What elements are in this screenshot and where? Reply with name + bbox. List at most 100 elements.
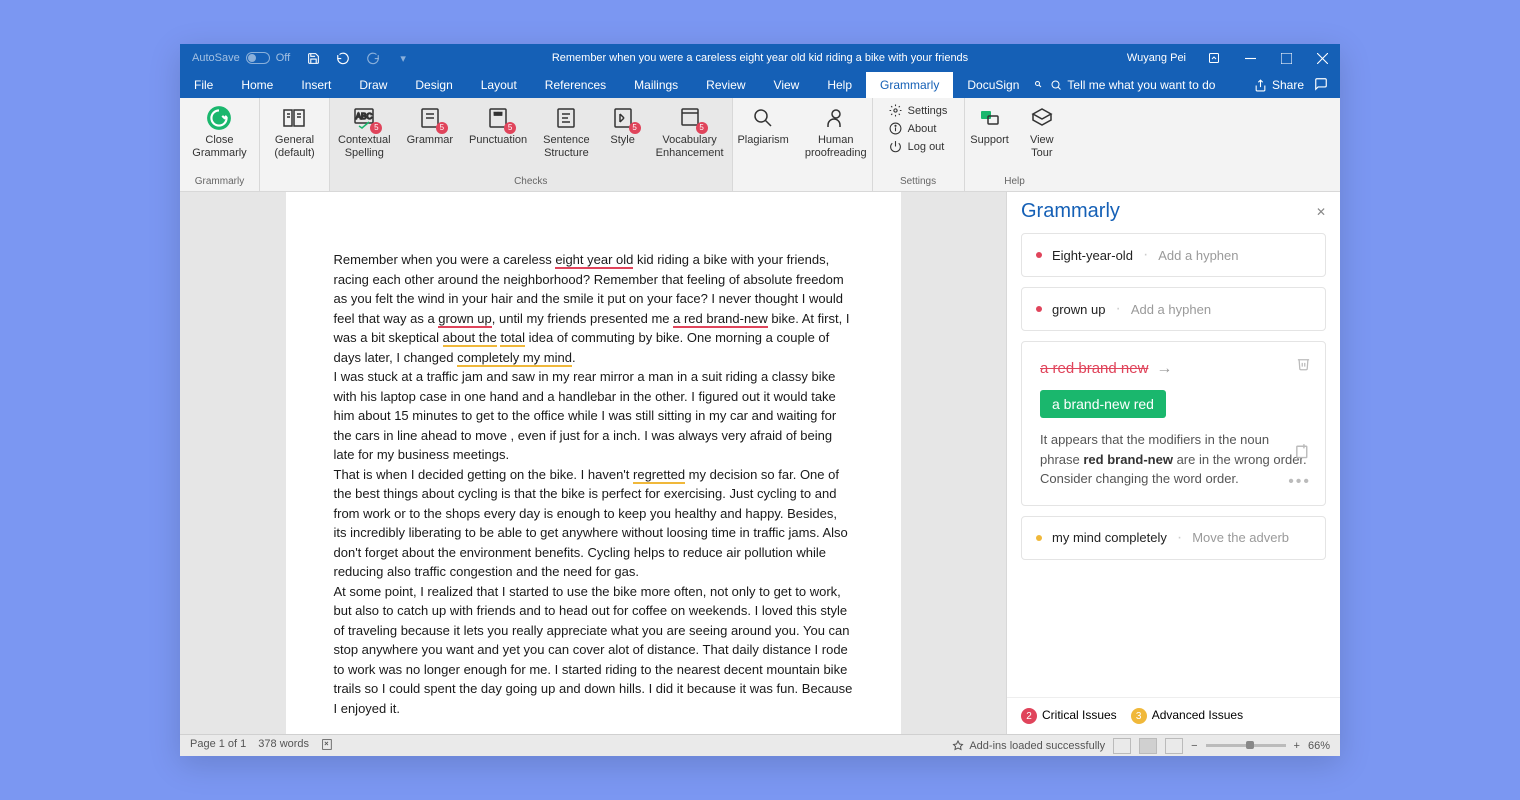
svg-text:"": "" — [494, 110, 503, 124]
ribbon-group-help-label: Help — [965, 175, 1065, 191]
ribbon-group-grammarly-label: Grammarly — [180, 175, 259, 191]
menu-grammarly[interactable]: Grammarly — [866, 72, 953, 98]
share-button[interactable]: Share — [1254, 78, 1304, 92]
suggestion-card[interactable]: grown up · Add a hyphen — [1021, 287, 1326, 331]
style-button[interactable]: 5 Style — [598, 98, 648, 175]
general-default-button[interactable]: General (default) — [266, 98, 322, 175]
page-number[interactable]: Page 1 of 1 — [190, 738, 246, 754]
document-page: Remember when you were a careless eight … — [286, 192, 901, 734]
plagiarism-icon — [749, 104, 777, 132]
print-layout-icon[interactable] — [1139, 738, 1157, 754]
support-button[interactable]: Support — [962, 98, 1017, 175]
suggestion-card[interactable]: my mind completely · Move the adverb — [1021, 516, 1326, 560]
panel-footer: 2Critical Issues 3Advanced Issues — [1007, 697, 1340, 735]
plagiarism-button[interactable]: Plagiarism — [729, 98, 796, 175]
zoom-slider[interactable] — [1206, 744, 1286, 747]
close-icon[interactable] — [1306, 44, 1338, 72]
style-icon: 5 — [609, 104, 637, 132]
maximize-icon[interactable] — [1270, 44, 1302, 72]
about-link[interactable]: About — [889, 122, 948, 136]
ribbon: Close Grammarly Grammarly General (defau… — [180, 98, 1340, 192]
menu-layout[interactable]: Layout — [467, 72, 531, 98]
grammarly-icon — [205, 104, 233, 132]
addins-status: Add-ins loaded successfully — [952, 740, 1105, 752]
autosave-toggle[interactable]: AutoSave Off — [192, 52, 290, 64]
status-bar: Page 1 of 1 378 words Add-ins loaded suc… — [180, 734, 1340, 756]
spelling-icon: ABC5 — [350, 104, 378, 132]
vocabulary-icon: 5 — [676, 104, 704, 132]
read-mode-icon[interactable] — [1113, 738, 1131, 754]
ribbon-options-icon[interactable] — [1198, 44, 1230, 72]
punctuation-icon: ""5 — [484, 104, 512, 132]
logout-link[interactable]: Log out — [889, 140, 948, 154]
document-title: Remember when you were a careless eight … — [552, 52, 968, 64]
menu-view[interactable]: View — [760, 72, 814, 98]
zoom-in-icon[interactable]: + — [1294, 740, 1300, 752]
panel-close-icon[interactable]: ✕ — [1316, 205, 1326, 219]
advanced-issues-count[interactable]: 3Advanced Issues — [1131, 708, 1243, 725]
undo-icon[interactable] — [336, 51, 350, 65]
save-icon[interactable] — [306, 51, 320, 65]
red-dot-icon — [1036, 306, 1042, 312]
menu-mailings[interactable]: Mailings — [620, 72, 692, 98]
customize-qat-icon[interactable]: ▾ — [396, 51, 410, 65]
user-account[interactable]: Wuyang Pei — [1119, 52, 1194, 64]
human-icon — [822, 104, 850, 132]
grammar-button[interactable]: 5 Grammar — [399, 98, 461, 175]
menu-design[interactable]: Design — [401, 72, 466, 98]
menu-insert[interactable]: Insert — [287, 72, 345, 98]
ribbon-group-settings-label: Settings — [873, 175, 964, 191]
critical-issues-count[interactable]: 2Critical Issues — [1021, 708, 1117, 725]
support-icon — [976, 104, 1004, 132]
menu-home[interactable]: Home — [227, 72, 287, 98]
paragraph-2: I was stuck at a traffic jam and saw in … — [334, 367, 853, 465]
menu-help[interactable]: Help — [813, 72, 866, 98]
red-dot-icon — [1036, 252, 1042, 258]
tell-me-search[interactable]: Tell me what you want to do — [1033, 72, 1215, 98]
grammarly-panel: Grammarly ✕ Eight-year-old · Add a hyphe… — [1006, 192, 1340, 734]
ribbon-group-empty-label — [260, 175, 329, 191]
arrow-right-icon: → — [1156, 360, 1172, 377]
document-area[interactable]: Remember when you were a careless eight … — [180, 192, 1006, 734]
paragraph-1: Remember when you were a careless eight … — [334, 250, 853, 367]
menu-draw[interactable]: Draw — [345, 72, 401, 98]
redo-icon[interactable] — [366, 51, 380, 65]
paragraph-3: That is when I decided getting on the bi… — [334, 465, 853, 582]
word-count[interactable]: 378 words — [258, 738, 309, 754]
contextual-spelling-button[interactable]: ABC5 Contextual Spelling — [330, 98, 399, 175]
power-icon — [889, 140, 903, 154]
vocabulary-button[interactable]: 5 Vocabulary Enhancement — [648, 98, 732, 175]
book-icon — [280, 104, 308, 132]
settings-link[interactable]: Settings — [889, 104, 948, 118]
minimize-icon[interactable] — [1234, 44, 1266, 72]
app-window: AutoSave Off ▾ Remember when you were a … — [180, 44, 1340, 756]
spellcheck-status-icon[interactable] — [321, 738, 334, 754]
menu-review[interactable]: Review — [692, 72, 759, 98]
view-tour-button[interactable]: View Tour — [1017, 98, 1067, 175]
ribbon-group-checks-label: Checks — [330, 175, 732, 191]
sentence-structure-button[interactable]: Sentence Structure — [535, 98, 597, 175]
close-grammarly-button[interactable]: Close Grammarly — [184, 98, 254, 175]
menu-references[interactable]: References — [531, 72, 620, 98]
panel-title: Grammarly — [1021, 200, 1120, 223]
titlebar: AutoSave Off ▾ Remember when you were a … — [180, 44, 1340, 72]
human-proofreading-button[interactable]: Human proofreading — [797, 98, 875, 175]
svg-text:ABC: ABC — [356, 112, 373, 121]
add-to-dictionary-icon[interactable] — [1294, 442, 1311, 464]
paragraph-4: At some point, I realized that I started… — [334, 582, 853, 719]
menu-docusign[interactable]: DocuSign — [953, 72, 1033, 98]
grammar-icon: 5 — [416, 104, 444, 132]
apply-suggestion-button[interactable]: a brand-new red — [1040, 390, 1166, 418]
suggestion-card[interactable]: Eight-year-old · Add a hyphen — [1021, 233, 1326, 277]
info-icon — [889, 122, 903, 136]
zoom-level[interactable]: 66% — [1308, 740, 1330, 752]
comments-icon[interactable] — [1314, 77, 1328, 94]
menu-file[interactable]: File — [180, 72, 227, 98]
more-icon[interactable]: ••• — [1288, 473, 1311, 491]
trash-icon[interactable] — [1296, 356, 1311, 376]
ribbon-group-empty-label2 — [733, 175, 872, 191]
zoom-out-icon[interactable]: − — [1191, 740, 1197, 752]
punctuation-button[interactable]: ""5 Punctuation — [461, 98, 535, 175]
tour-icon — [1028, 104, 1056, 132]
web-layout-icon[interactable] — [1165, 738, 1183, 754]
